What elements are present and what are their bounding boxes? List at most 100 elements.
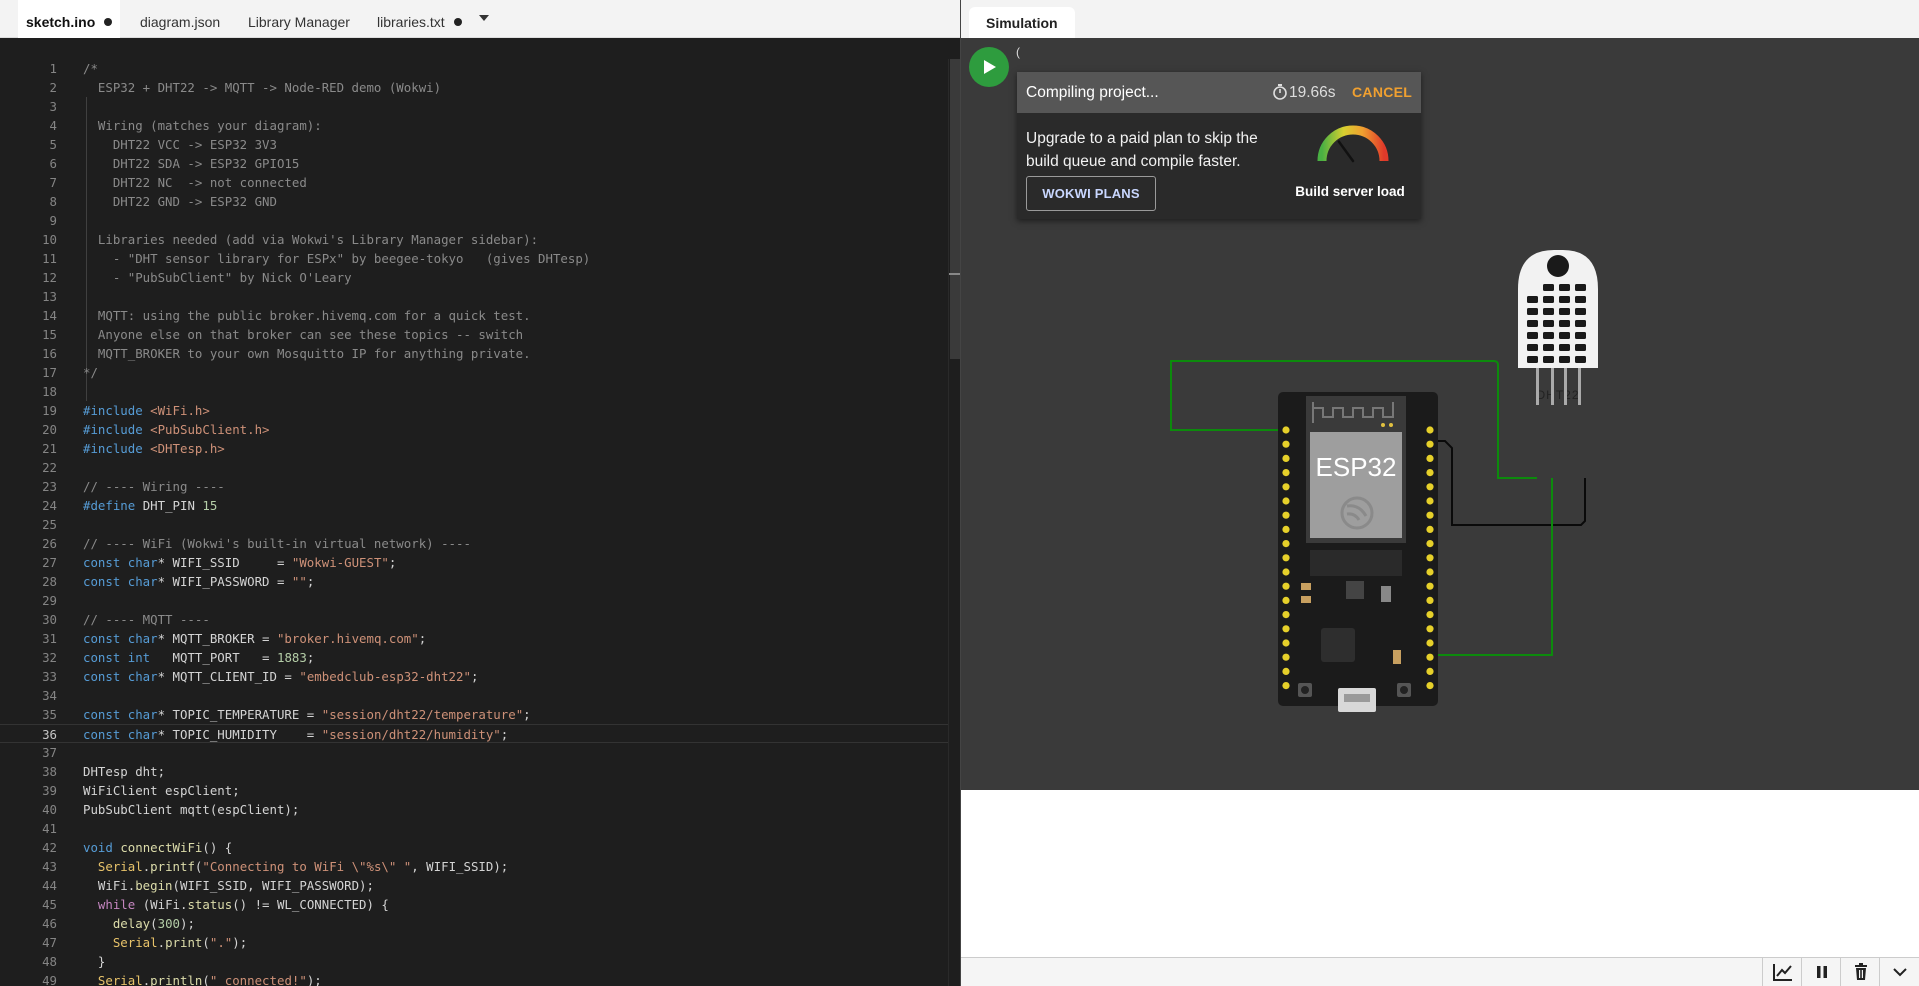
gpio-pin[interactable] [1426,625,1434,633]
gpio-pin[interactable] [1426,426,1434,434]
code-line[interactable]: 18 [0,382,948,401]
dht22-sensor[interactable]: DHT22 [1518,250,1598,405]
code-text-area[interactable]: 1 /* 2 ESP32 + DHT22 -> MQTT -> Node-RED d… [0,59,948,986]
gpio-pin[interactable] [1282,454,1290,462]
gpio-pin[interactable] [1426,682,1434,690]
code-line[interactable]: 3 [0,97,948,116]
gpio-pin[interactable] [1426,469,1434,477]
serial-menu-button[interactable] [1879,958,1918,986]
code-line[interactable]: 16 MQTT_BROKER to your own Mosquitto IP … [0,344,948,363]
wokwi-plans-button[interactable]: WOKWI PLANS [1026,176,1156,211]
code-line[interactable]: 15 Anyone else on that broker can see th… [0,325,948,344]
tab-simulation[interactable]: Simulation [969,7,1075,38]
code-line[interactable]: 29 [0,591,948,610]
editor-scrollbar[interactable] [948,59,961,986]
code-line[interactable]: 4 Wiring (matches your diagram): [0,116,948,135]
code-line[interactable]: 10 Libraries needed (add via Wokwi's Lib… [0,230,948,249]
code-line[interactable]: 31 const char* MQTT_BROKER = "broker.hive… [0,629,948,648]
code-line[interactable]: 40 PubSubClient mqtt(espClient); [0,800,948,819]
plotter-button[interactable] [1762,958,1801,986]
code-line[interactable]: 8 DHT22 GND -> ESP32 GND [0,192,948,211]
gpio-pin[interactable] [1426,596,1434,605]
clear-output-button[interactable] [1840,958,1879,986]
code-line[interactable]: 33 const char* MQTT_CLIENT_ID = "embedclu… [0,667,948,686]
gpio-pin[interactable] [1426,653,1434,661]
pause-button[interactable] [1801,958,1840,986]
gpio-pin[interactable] [1282,639,1290,647]
start-simulation-button[interactable] [969,47,1009,87]
gpio-pin[interactable] [1426,568,1434,576]
tab-sketch-ino[interactable]: sketch.ino [18,0,121,38]
code-line[interactable]: 44 WiFi.begin(WIFI_SSID, WIFI_PASSWORD); [0,876,948,895]
code-line[interactable]: 42 void connectWiFi() { [0,838,948,857]
wire-gnd[interactable] [1427,440,1586,526]
gpio-pin[interactable] [1282,611,1290,619]
code-line[interactable]: 11 - "DHT sensor library for ESPx" by be… [0,249,948,268]
code-line[interactable]: 20 #include <PubSubClient.h> [0,420,948,439]
code-line[interactable]: 14 MQTT: using the public broker.hivemq.… [0,306,948,325]
code-line[interactable]: 43 Serial.printf("Connecting to WiFi \"%… [0,857,948,876]
code-line[interactable]: 35 const char* TOPIC_TEMPERATURE = "sessi… [0,705,948,724]
code-line[interactable]: 30 // ---- MQTT ---- [0,610,948,629]
code-line[interactable]: 6 DHT22 SDA -> ESP32 GPIO15 [0,154,948,173]
code-line[interactable]: 5 DHT22 VCC -> ESP32 3V3 [0,135,948,154]
gpio-pin[interactable] [1282,653,1290,661]
code-line[interactable]: 22 [0,458,948,477]
code-line[interactable]: 27 const char* WIFI_SSID = "Wokwi-GUEST"; [0,553,948,572]
code-line[interactable]: 32 const int MQTT_PORT = 1883; [0,648,948,667]
gpio-pin[interactable] [1282,596,1290,605]
code-line[interactable]: 26 // ---- WiFi (Wokwi's built-in virtual… [0,534,948,553]
gpio-pin[interactable] [1426,582,1434,590]
cancel-compile-button[interactable]: CANCEL [1352,84,1412,100]
gpio-pin[interactable] [1426,454,1434,462]
code-line[interactable]: 37 [0,743,948,762]
gpio-pin[interactable] [1282,568,1290,576]
gpio-pin[interactable] [1426,540,1434,548]
gpio-pin[interactable] [1282,440,1290,448]
code-line[interactable]: 34 [0,686,948,705]
chevron-down-icon[interactable] [478,12,490,24]
tab-library-manager[interactable]: Library Manager [244,0,354,38]
code-line[interactable]: 24 #define DHT_PIN 15 [0,496,948,515]
gpio-pin[interactable] [1426,511,1434,519]
gpio-pin[interactable] [1282,426,1290,434]
gpio-pin[interactable] [1282,525,1290,533]
wire-data[interactable] [1427,478,1553,656]
code-line[interactable]: 36 const char* TOPIC_HUMIDITY = "session/… [0,724,948,743]
gpio-pin[interactable] [1426,667,1434,676]
gpio-pin[interactable] [1282,483,1290,491]
code-line[interactable]: 28 const char* WIFI_PASSWORD = ""; [0,572,948,591]
gpio-pin[interactable] [1426,483,1434,491]
code-line[interactable]: 39 WiFiClient espClient; [0,781,948,800]
gpio-pin[interactable] [1282,582,1290,590]
code-line[interactable]: 48 } [0,952,948,971]
serial-input[interactable] [965,961,1715,983]
code-line[interactable]: 1 /* [0,59,948,78]
code-line[interactable]: 41 [0,819,948,838]
gpio-pin[interactable] [1426,639,1434,647]
code-line[interactable]: 38 DHTesp dht; [0,762,948,781]
gpio-pin[interactable] [1426,440,1434,448]
code-line[interactable]: 47 Serial.print("."); [0,933,948,952]
gpio-pin[interactable] [1426,525,1434,533]
code-line[interactable]: 49 Serial.println(" connected!"); [0,971,948,986]
gpio-pin[interactable] [1282,511,1290,519]
code-line[interactable]: 9 [0,211,948,230]
code-line[interactable]: 13 [0,287,948,306]
scrollbar-thumb[interactable] [950,59,960,359]
code-line[interactable]: 12 - "PubSubClient" by Nick O'Leary [0,268,948,287]
code-line[interactable]: 17 */ [0,363,948,382]
code-line[interactable]: 2 ESP32 + DHT22 -> MQTT -> Node-RED demo… [0,78,948,97]
gpio-pin[interactable] [1282,554,1290,562]
esp32-board[interactable]: ESP32 [1278,392,1438,712]
gpio-pin[interactable] [1426,497,1434,505]
code-line[interactable]: 19 #include <WiFi.h> [0,401,948,420]
code-line[interactable]: 25 [0,515,948,534]
code-line[interactable]: 46 delay(300); [0,914,948,933]
simulation-canvas[interactable]: DHT22 ESP32 (Compiling project... 19.66… [961,38,1919,790]
gpio-pin[interactable] [1426,554,1434,562]
gpio-pin[interactable] [1426,611,1434,619]
gpio-pin[interactable] [1282,469,1290,477]
gpio-pin[interactable] [1282,682,1290,690]
code-line[interactable]: 21 #include <DHTesp.h> [0,439,948,458]
